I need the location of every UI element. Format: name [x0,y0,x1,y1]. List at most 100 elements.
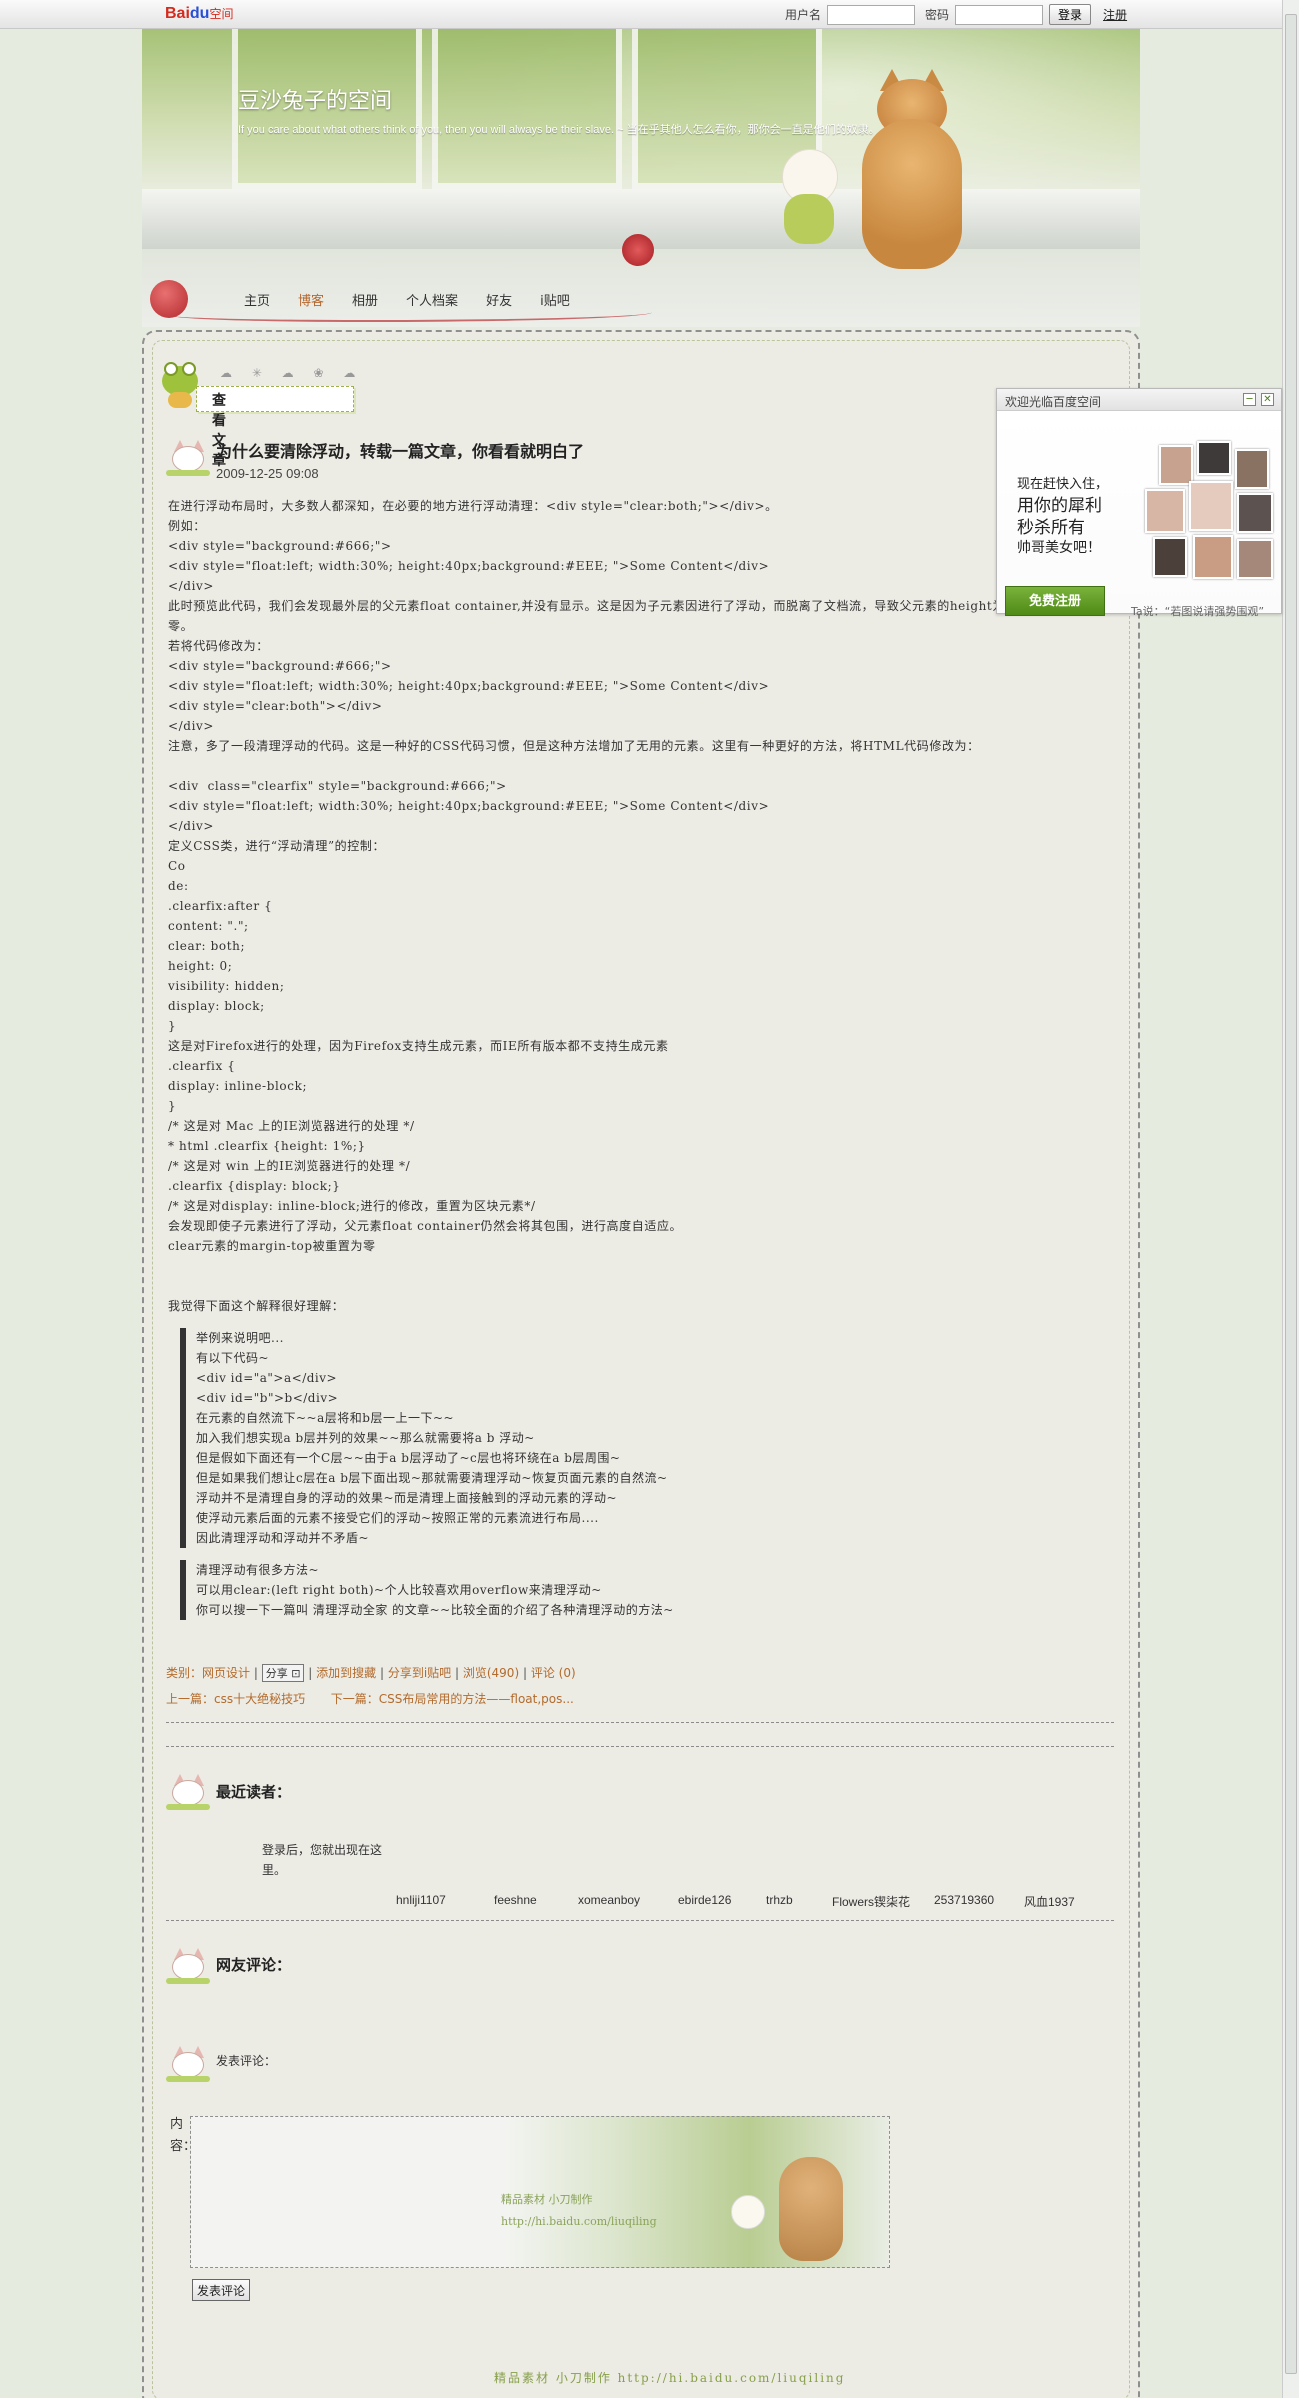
username-label: 用户名 [785,8,822,22]
divider [166,1722,1114,1723]
readers-login-tip: 登录后，您就出现在这里。 [262,1843,383,1877]
photo-thumbnail [1197,441,1231,475]
reader-name[interactable]: 风血1937 [1024,1893,1104,1910]
quote-line: <div id="b">b</div> [196,1391,339,1405]
reader-name[interactable]: Flowers锲柒花 [832,1893,934,1910]
article-line: display: inline-block; [168,1079,308,1093]
article-line: display: block; [168,999,265,1013]
cloud-decoration: ☁ ✳ ☁ ❀ ☁ [220,366,364,380]
blog-subtitle: If you care about what others think of y… [238,124,880,136]
textarea-watermark: 精品素材 小刀制作 http://hi.baidu.com/liuqiling [501,2189,657,2233]
cat-icon [166,1946,210,1986]
prev-post-link[interactable]: css十大绝秘技巧 [214,1692,305,1706]
article-line: .clearfix:after { [168,899,273,913]
quote-line: 举例来说明吧... [196,1331,284,1345]
article-line: <div style="background:#666;"> [168,539,392,553]
yarn-ball-image [622,234,654,266]
photo-thumbnail [1189,481,1233,531]
category-link[interactable]: 网页设计 [202,1666,250,1680]
article-line: /* 这是对 Mac 上的IE浏览器进行的处理 */ [168,1119,415,1133]
share-to-tieba-link[interactable]: 分享到i贴吧 [388,1666,451,1680]
category-label: 类别： [166,1666,203,1680]
submit-comment-button[interactable]: 发表评论 [192,2279,251,2301]
readers-list: hnliji1107 feeshne xomeanboy ebirde126 trhzb… [396,1893,1104,1910]
quote-line: 使浮动元素后面的元素不接受它们的浮动~按照正常的元素流进行布局.... [196,1511,599,1525]
reader-name[interactable]: feeshne [494,1893,578,1910]
photo-thumbnail [1153,537,1187,577]
article-line: <div style="background:#666;"> [168,659,392,673]
watermark-url: http://hi.baidu.com/liuqiling [501,2215,657,2228]
window-pane [432,29,622,189]
ad-title: 欢迎光临百度空间 [1005,395,1102,409]
quote-line: <div id="a">a</div> [196,1371,338,1385]
next-post-link[interactable]: CSS布局常用的方法——float,pos... [379,1692,574,1706]
content-label: 内容： [170,2117,197,2154]
logo-sub: 空间 [209,7,234,21]
reader-name[interactable]: 253719360 [934,1893,1024,1910]
article-line: clear元素的margin-top被重置为零 [168,1239,376,1253]
nav-item[interactable]: i贴吧 [540,290,570,309]
nav-item[interactable]: 个人档案 [406,290,458,309]
article-line: height: 0; [168,959,233,973]
share-button[interactable]: 分享 ⊡ [261,1664,305,1682]
nav-item[interactable]: 好友 [486,290,512,309]
photo-thumbnail [1145,489,1185,533]
page-scrollbar[interactable] [1282,0,1299,2398]
register-link[interactable]: 注册 [1103,6,1127,23]
photo-thumbnail [1237,493,1273,533]
ad-text: 现在赶快入住， [1017,477,1109,492]
quote-line: 但是假如下面还有一个C层~~由于a b层浮动了~c层也将环绕在a b层周围~ [196,1451,621,1465]
cat-icon [166,438,210,478]
article-line [168,1276,1068,1296]
doll-image [731,2195,765,2229]
article-line: content: "."; [168,919,249,933]
ad-header: 欢迎光临百度空间 ─ ✕ [997,389,1281,411]
post-comment-label: 发表评论： [216,2054,277,2068]
article-line: clear: both; [168,939,246,953]
next-label: 下一篇： [330,1692,379,1706]
reader-name[interactable]: ebirde126 [678,1893,766,1910]
watermark-line: 精品素材 小刀制作 [501,2193,593,2206]
baidu-logo[interactable]: Baidu空间 [165,5,233,23]
reader-name[interactable]: xomeanboy [578,1893,678,1910]
nav-item[interactable]: 博客 [298,290,324,309]
password-label: 密码 [925,8,950,22]
article-line: * html .clearfix {height: 1%;} [168,1139,366,1153]
nav-item[interactable]: 主页 [244,290,270,309]
ad-text: 帅哥美女吧！ [1017,540,1101,556]
password-input[interactable] [955,4,1044,25]
nav-item[interactable]: 相册 [352,290,378,309]
close-icon[interactable]: ✕ [1261,393,1274,406]
article-line: 若将代码修改为： [168,639,269,653]
reader-name[interactable]: trhzb [766,1893,832,1910]
article-line: <div style="float:left; width:30%; heigh… [168,679,770,693]
article-line: <div style="float:left; width:30%; heigh… [168,559,770,573]
article-title: 为什么要清除浮动，转载一篇文章，你看看就明白了 [216,442,585,461]
quote-line: 加入我们想实现a b层并列的效果~~那么就需要将a b 浮动~ [196,1431,535,1445]
article-line: 注意，多了一段清理浮动的代码。这是一种好的CSS代码习惯，但是这种方法增加了无用… [168,739,980,753]
cat-image [779,2157,843,2261]
free-register-button[interactable]: 免费注册 [1005,586,1105,616]
top-bar: Baidu空间 用户名 密码 登录 注册 [0,0,1282,29]
article-line: /* 这是对display: inline-block;进行的修改，重置为区块元… [168,1199,536,1213]
article-meta: 类别：网页设计 | 分享 ⊡ | 添加到搜藏 | 分享到i贴吧 | 浏览(490… [166,1664,576,1682]
frog-icon [160,362,200,408]
scrollbar-thumb[interactable] [1285,14,1297,2374]
comment-textarea[interactable]: 精品素材 小刀制作 http://hi.baidu.com/liuqiling [190,2116,890,2268]
add-to-favorites-link[interactable]: 添加到搜藏 [316,1666,376,1680]
recent-readers-heading: 最近读者： [216,1783,292,1801]
login-button[interactable]: 登录 [1049,4,1092,25]
article-line: .clearfix {display: block;} [168,1179,341,1193]
ad-text: 秒杀所有 [1017,518,1085,538]
article-line: 我觉得下面这个解释很好理解： [168,1299,345,1313]
minimize-icon[interactable]: ─ [1243,393,1256,406]
blog-title[interactable]: 豆沙兔子的空间 [238,83,392,115]
quote-line: 但是如果我们想让c层在a b层下面出现~那就需要清理浮动~恢复页面元素的自然流~ [196,1471,668,1485]
comments-link[interactable]: 评论 (0) [531,1666,576,1680]
photo-thumbnail [1193,535,1233,579]
views-count: 浏览(490) [462,1666,520,1680]
username-input[interactable] [827,4,916,25]
reader-name[interactable]: hnliji1107 [396,1893,494,1910]
cat-icon [166,2044,210,2084]
article-line: <div style="float:left; width:30%; heigh… [168,799,770,813]
